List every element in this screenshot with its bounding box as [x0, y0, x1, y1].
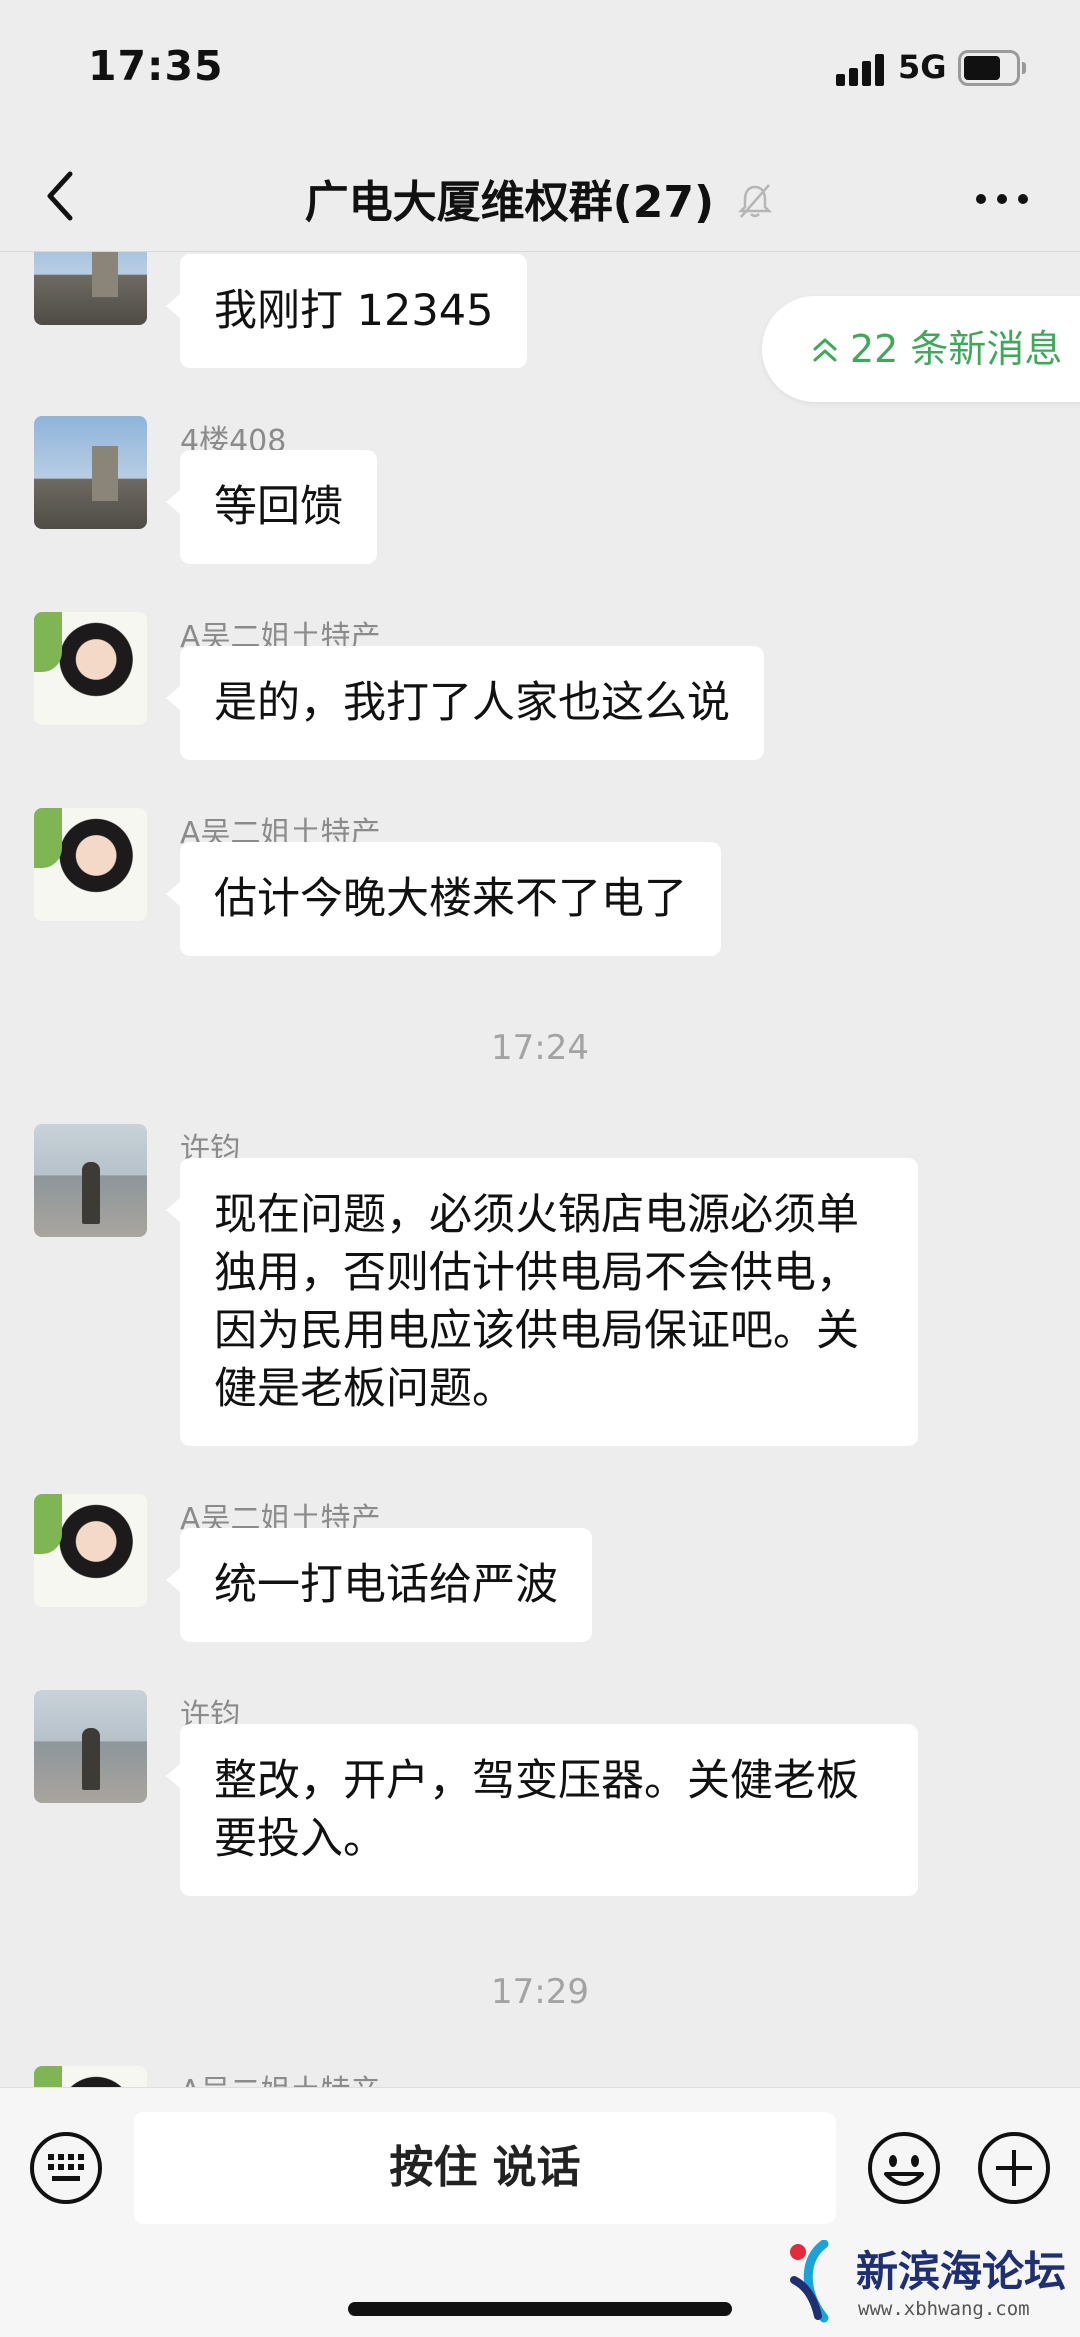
- signal-icon: [836, 52, 886, 86]
- battery-icon: [958, 50, 1026, 86]
- message-bubble[interactable]: 现在问题，必须火锅店电源必须单独用，否则估计供电局不会供电，因为民用电应该供电局…: [166, 1158, 918, 1446]
- keyboard-icon: [30, 2132, 102, 2204]
- status-time: 17:35: [88, 42, 224, 90]
- avatar[interactable]: [34, 416, 147, 529]
- emoji-button[interactable]: [866, 2130, 942, 2206]
- plus-icon: [978, 2132, 1050, 2204]
- message-bubble[interactable]: 我刚打 12345: [165, 254, 528, 368]
- watermark-url: www.xbhwang.com: [858, 2298, 1030, 2320]
- watermark-title: 新滨海论坛: [856, 2247, 1067, 2296]
- smiley-icon: [868, 2132, 940, 2204]
- hold-to-talk-button[interactable]: 按住 说话: [134, 2112, 836, 2224]
- time-separator: 17:29: [491, 1972, 589, 2012]
- muted-bell-icon: [738, 184, 773, 218]
- double-chevron-up-icon: [813, 338, 837, 362]
- avatar[interactable]: [34, 1494, 147, 1607]
- chat-title-area: 广电大厦维权群(27): [0, 166, 1080, 230]
- home-indicator[interactable]: [348, 2302, 732, 2316]
- avatar[interactable]: [34, 1690, 147, 1803]
- keyboard-toggle-button[interactable]: [28, 2130, 104, 2206]
- new-messages-button[interactable]: 22 条新消息: [762, 296, 1080, 402]
- new-messages-label: 22 条新消息: [850, 327, 1063, 371]
- forum-logo-icon: [790, 2240, 829, 2323]
- avatar[interactable]: [34, 808, 147, 921]
- more-actions-button[interactable]: [976, 2130, 1052, 2206]
- message-bubble[interactable]: 等回馈: [166, 450, 377, 564]
- chat-title: 广电大厦维权群(27): [304, 177, 715, 228]
- avatar[interactable]: [34, 252, 147, 325]
- sender-name: A吴二姐土特产: [180, 2066, 381, 2087]
- message-bubble[interactable]: 统一打电话给严波: [166, 1528, 592, 1642]
- network-type: 5G: [898, 48, 947, 86]
- time-separator: 17:24: [491, 1028, 589, 1068]
- message-bubble[interactable]: 是的，我打了人家也这么说: [166, 646, 764, 760]
- status-bar: 17:35 5G: [0, 0, 1080, 140]
- avatar[interactable]: [34, 1124, 147, 1237]
- message-bubble[interactable]: 估计今晚大楼来不了电了: [166, 842, 721, 956]
- avatar[interactable]: [34, 2066, 147, 2087]
- chat-header: 广电大厦维权群(27): [0, 140, 1080, 252]
- message-list[interactable]: 我刚打 12345 4楼408 等回馈 A吴二姐土特产 是的，我打了人家也这么说…: [0, 252, 1080, 2087]
- avatar[interactable]: [34, 612, 147, 725]
- more-options-button[interactable]: [972, 180, 1032, 216]
- message-bubble[interactable]: 整改，开户，驾变压器。关健老板要投入。: [166, 1724, 918, 1896]
- watermark: 新滨海论坛 www.xbhwang.com: [784, 2236, 1080, 2332]
